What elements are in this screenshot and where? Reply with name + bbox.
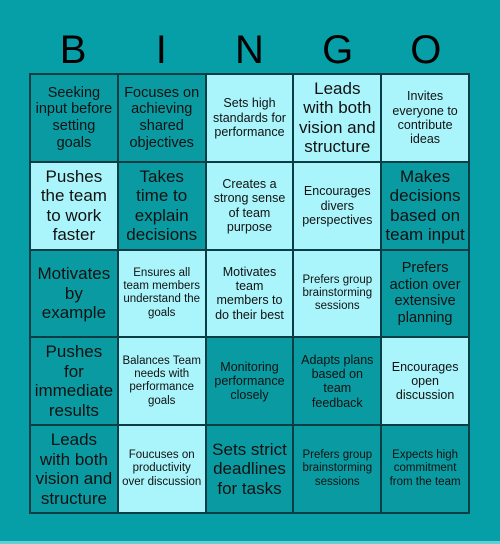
bingo-cell[interactable]: Adapts plans based on team feedback xyxy=(293,337,382,426)
bingo-cell[interactable]: Expects high commitment from the team xyxy=(381,425,469,513)
header-letter-g: G xyxy=(322,28,354,72)
bingo-cell[interactable]: Takes time to explain decisions xyxy=(117,161,206,250)
bingo-cell[interactable]: Ensures all team members understand the … xyxy=(117,249,206,338)
bingo-cell[interactable]: Monitoring performance closely xyxy=(205,337,294,426)
bingo-cell[interactable]: Prefers group brainstorming sessions xyxy=(293,425,382,513)
bingo-cell[interactable]: Motivates team members to do their best xyxy=(205,249,294,338)
header-letter-i: I xyxy=(155,28,167,72)
bingo-header: B I N G O xyxy=(29,28,470,73)
bingo-cell[interactable]: Pushes the team to work faster xyxy=(30,161,118,250)
bingo-cell[interactable]: Prefers action over extensive planning xyxy=(381,249,469,338)
bingo-cell[interactable]: Leads with both vision and structure xyxy=(30,425,118,513)
bingo-cell[interactable]: Pushes for immediate results xyxy=(30,337,118,426)
bingo-cell[interactable]: Sets strict deadlines for tasks xyxy=(205,425,294,513)
bingo-cell[interactable]: Focuses on achieving shared objectives xyxy=(117,74,206,162)
bingo-cell[interactable]: Invites everyone to contribute ideas xyxy=(381,74,469,162)
bingo-cell[interactable]: Balances Team needs with performance goa… xyxy=(117,337,206,426)
bingo-cell[interactable]: Leads with both vision and structure xyxy=(293,74,382,162)
bingo-cell[interactable]: Foucuses on productivity over discussion xyxy=(117,425,206,513)
bingo-grid: Seeking input before setting goals Focus… xyxy=(29,73,470,514)
bingo-cell[interactable]: Motivates by example xyxy=(30,249,118,338)
bingo-cell[interactable]: Encourages divers perspectives xyxy=(293,161,382,250)
bingo-cell[interactable]: Sets high standards for performance xyxy=(205,74,294,162)
bingo-cell[interactable]: Seeking input before setting goals xyxy=(30,74,118,162)
header-letter-n: N xyxy=(235,28,264,72)
bingo-cell[interactable]: Creates a strong sense of team purpose xyxy=(205,161,294,250)
header-letter-b: B xyxy=(59,28,87,72)
bingo-cell[interactable]: Makes decisions based on team input xyxy=(381,161,469,250)
bingo-cell[interactable]: Encourages open discussion xyxy=(381,337,469,426)
header-letter-o: O xyxy=(410,28,442,72)
bingo-cell[interactable]: Prefers group brainstorming sessions xyxy=(293,249,382,338)
